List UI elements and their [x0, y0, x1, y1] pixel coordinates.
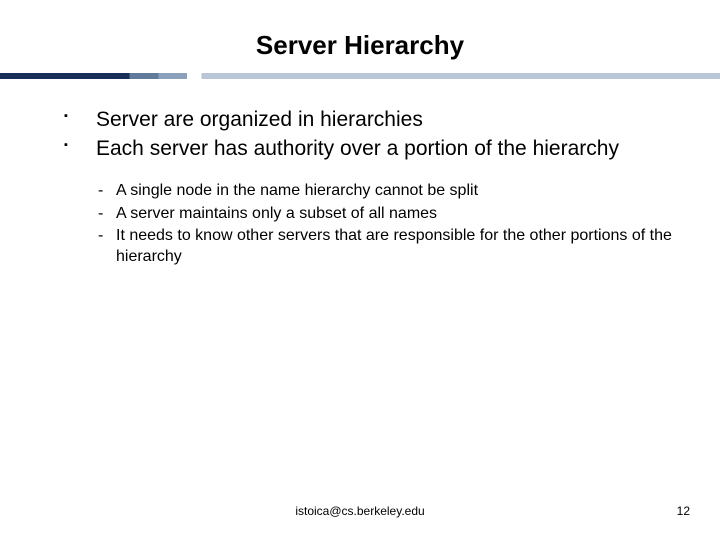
sub-bullet-list: A single node in the name hierarchy cann… — [96, 181, 672, 268]
slide-title: Server Hierarchy — [0, 0, 720, 73]
main-bullet-list: Server are organized in hierarchies Each… — [48, 107, 672, 163]
page-number: 12 — [677, 504, 690, 518]
footer-email: istoica@cs.berkeley.edu — [295, 504, 424, 518]
slide-content: Server are organized in hierarchies Each… — [0, 79, 720, 268]
main-bullet-item: Each server has authority over a portion… — [48, 136, 672, 163]
sub-bullet-item: It needs to know other servers that are … — [96, 226, 672, 268]
sub-bullet-item: A server maintains only a subset of all … — [96, 204, 672, 225]
sub-bullet-item: A single node in the name hierarchy cann… — [96, 181, 672, 202]
main-bullet-item: Server are organized in hierarchies — [48, 107, 672, 134]
